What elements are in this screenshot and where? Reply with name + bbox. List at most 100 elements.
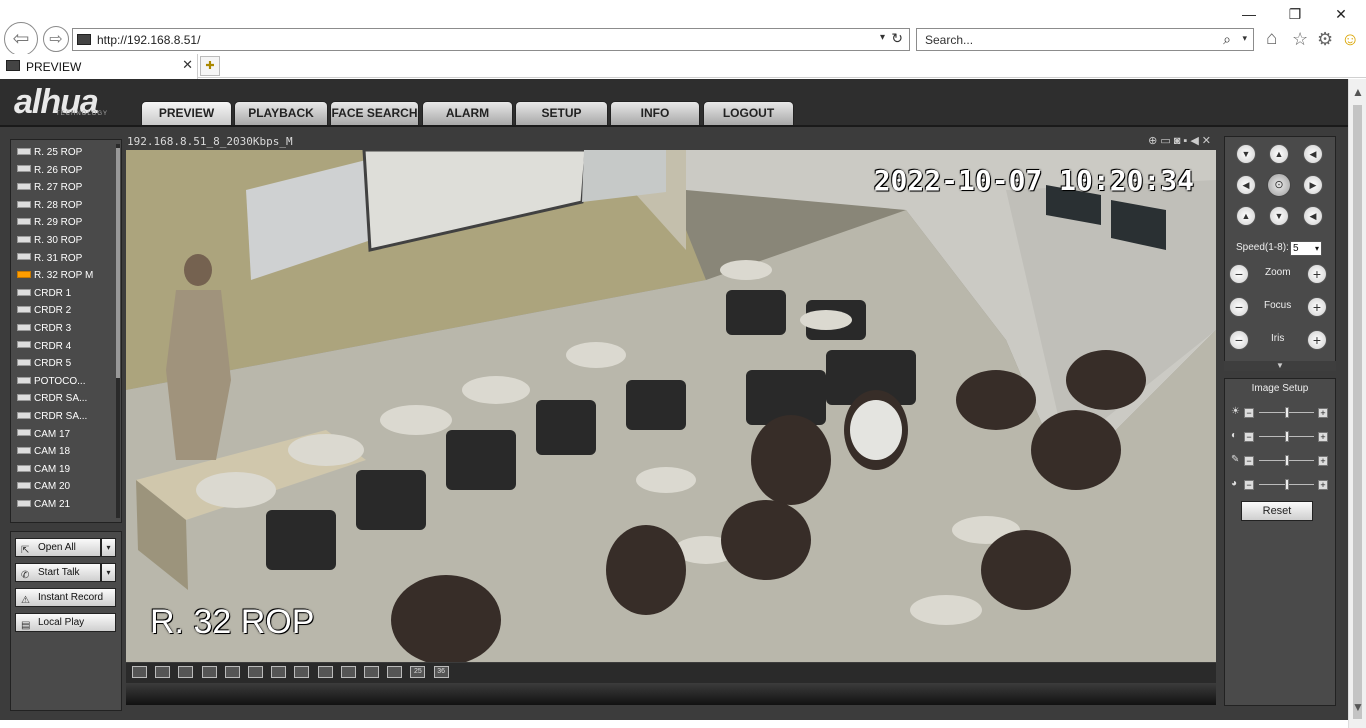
address-url[interactable]: http://192.168.8.51/ — [97, 33, 200, 47]
camera-list-item[interactable]: R. 26 ROP — [17, 162, 82, 179]
camera-list-item[interactable]: R. 31 ROP — [17, 250, 82, 267]
page-scrollbar[interactable]: ▲ ▼ — [1348, 79, 1366, 728]
ptz-right-button[interactable]: ▶ — [1303, 175, 1323, 195]
layout-button[interactable] — [271, 666, 287, 678]
local-play-button[interactable]: ▤ Local Play — [15, 613, 116, 632]
ptz-collapse-icon[interactable]: ▼ — [1224, 361, 1336, 371]
star-icon[interactable]: ☆ — [1292, 28, 1308, 50]
back-button[interactable]: ⇦ — [4, 22, 38, 56]
layout-button[interactable] — [224, 666, 240, 678]
tab-preview[interactable]: PREVIEW — [141, 101, 232, 125]
page-scroll-thumb[interactable] — [1353, 105, 1362, 719]
brightness-knob[interactable] — [1284, 407, 1289, 418]
layout-button[interactable]: 36 — [433, 666, 449, 678]
address-dropdown-icon[interactable]: ▾ — [880, 32, 885, 43]
layout-button[interactable] — [317, 666, 333, 678]
zoom-in-icon[interactable]: ⊕ — [1148, 135, 1160, 147]
contrast-knob[interactable] — [1284, 431, 1289, 442]
search-dropdown-icon[interactable]: ▾ — [1242, 33, 1247, 44]
tab-logout[interactable]: LOGOUT — [703, 101, 794, 125]
ptz-up-left-button[interactable]: ▼ — [1236, 144, 1256, 164]
camera-list-item[interactable]: CAM 21 — [17, 496, 70, 513]
ptz-up-right-button[interactable]: ◀ — [1303, 144, 1323, 164]
tab-info[interactable]: INFO — [610, 101, 700, 125]
tab-playback[interactable]: PLAYBACK — [234, 101, 328, 125]
hue-minus-button[interactable]: − — [1244, 480, 1254, 490]
start-talk-dropdown-icon[interactable]: ▾ — [101, 563, 116, 582]
layout-button[interactable] — [178, 666, 194, 678]
layout-button[interactable] — [340, 666, 356, 678]
layout-button[interactable] — [201, 666, 217, 678]
open-all-button[interactable]: ⇱ Open All — [15, 538, 101, 557]
search-input[interactable]: Search... — [925, 33, 973, 47]
camera-list-item[interactable]: CAM 17 — [17, 426, 70, 443]
saturation-minus-button[interactable]: − — [1244, 456, 1254, 466]
ptz-left-button[interactable]: ◀ — [1236, 175, 1256, 195]
camera-list-item[interactable]: CRDR 5 — [17, 355, 71, 372]
zoom-in-button[interactable]: + — [1307, 264, 1327, 284]
camera-list-item[interactable]: R. 25 ROP — [17, 144, 82, 161]
start-talk-button[interactable]: ✆ Start Talk — [15, 563, 101, 582]
camera-list-item[interactable]: R. 27 ROP — [17, 179, 82, 196]
brightness-minus-button[interactable]: − — [1244, 408, 1254, 418]
camera-list-item[interactable]: R. 29 ROP — [17, 214, 82, 231]
browser-tab[interactable]: PREVIEW ✕ — [0, 54, 198, 79]
camera-list-item[interactable]: R. 32 ROP M — [17, 267, 93, 284]
camera-list-item[interactable]: CRDR 2 — [17, 302, 71, 319]
layout-button[interactable]: 25 — [410, 666, 426, 678]
camera-list-item[interactable]: CRDR 4 — [17, 338, 71, 355]
minimize-button[interactable]: — — [1234, 4, 1264, 24]
tab-setup[interactable]: SETUP — [515, 101, 608, 125]
ptz-down-left-button[interactable]: ▲ — [1236, 206, 1256, 226]
forward-button[interactable]: ⇨ — [43, 26, 69, 52]
layout-button[interactable] — [248, 666, 263, 678]
scroll-up-icon[interactable]: ▲ — [1352, 85, 1364, 99]
video-feed[interactable]: 2022-10-07 10:20:34 R. 32 ROP — [126, 150, 1216, 662]
focus-minus-button[interactable]: − — [1229, 297, 1249, 317]
camera-list-item[interactable]: CRDR SA... — [17, 408, 87, 425]
layout-button[interactable] — [364, 666, 379, 678]
hue-knob[interactable] — [1284, 479, 1289, 490]
ptz-down-right-button[interactable]: ◀ — [1303, 206, 1323, 226]
close-video-icon[interactable]: ✕ — [1202, 135, 1214, 147]
search-icon[interactable]: ⌕ — [1223, 31, 1231, 48]
snapshot-icon[interactable]: ◙ — [1174, 135, 1184, 147]
camera-list-item[interactable]: POTOCO... — [17, 373, 86, 390]
camera-list-item[interactable]: R. 30 ROP — [17, 232, 82, 249]
open-all-dropdown-icon[interactable]: ▾ — [101, 538, 116, 557]
zoom-out-button[interactable]: − — [1229, 264, 1249, 284]
home-icon[interactable]: ⌂ — [1266, 28, 1277, 50]
ptz-up-button[interactable]: ▲ — [1269, 144, 1289, 164]
focus-plus-button[interactable]: + — [1307, 297, 1327, 317]
close-window-button[interactable]: ✕ — [1326, 4, 1356, 24]
layout-button[interactable] — [294, 666, 310, 678]
refresh-icon[interactable]: ↻ — [891, 30, 903, 47]
saturation-knob[interactable] — [1284, 455, 1289, 466]
ptz-down-button[interactable]: ▼ — [1269, 206, 1289, 226]
camera-list-item[interactable]: CAM 19 — [17, 461, 70, 478]
camera-list-item[interactable]: CAM 18 — [17, 443, 70, 460]
instant-record-button[interactable]: ⚠ Instant Record — [15, 588, 116, 607]
restore-button[interactable]: ❐ — [1280, 4, 1310, 24]
ptz-center-icon[interactable]: ⊙ — [1267, 173, 1291, 197]
saturation-plus-button[interactable]: + — [1318, 456, 1328, 466]
contrast-minus-button[interactable]: − — [1244, 432, 1254, 442]
camera-list-item[interactable]: CRDR 1 — [17, 285, 71, 302]
scroll-down-icon[interactable]: ▼ — [1352, 700, 1364, 714]
speed-select[interactable]: 5 ▾ — [1290, 241, 1322, 256]
iris-plus-button[interactable]: + — [1307, 330, 1327, 350]
layout-button[interactable] — [387, 666, 403, 678]
camera-list-item[interactable]: CRDR 3 — [17, 320, 71, 337]
tab-alarm[interactable]: ALARM — [422, 101, 513, 125]
camera-list-item[interactable]: R. 28 ROP — [17, 197, 82, 214]
gear-icon[interactable]: ⚙ — [1317, 28, 1333, 50]
audio-icon[interactable]: ◀ — [1190, 135, 1201, 147]
iris-minus-button[interactable]: − — [1229, 330, 1249, 350]
new-tab-icon[interactable]: ✚ — [200, 56, 220, 76]
fit-icon[interactable]: ▭ — [1160, 135, 1173, 147]
tab-face-search[interactable]: FACE SEARCH — [330, 101, 419, 125]
close-tab-icon[interactable]: ✕ — [182, 57, 193, 73]
camera-list-item[interactable]: CRDR SA... — [17, 390, 87, 407]
contrast-plus-button[interactable]: + — [1318, 432, 1328, 442]
brightness-plus-button[interactable]: + — [1318, 408, 1328, 418]
